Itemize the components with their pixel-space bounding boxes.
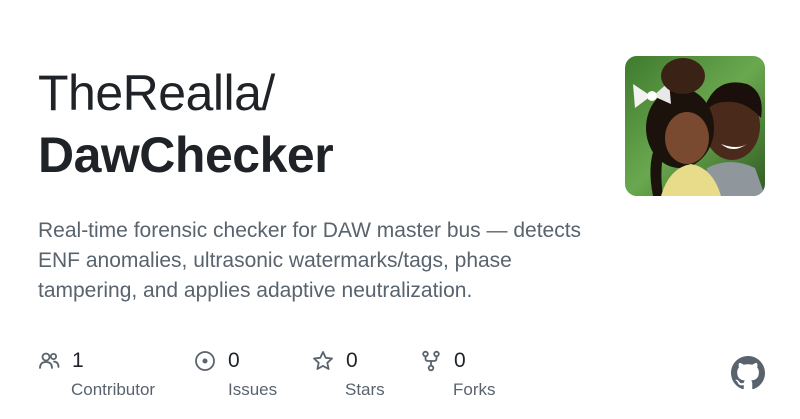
- repo-stats: 1 Contributor 0 Issues 0 Stars 0 Forks: [38, 346, 598, 406]
- stat-forks[interactable]: 0 Forks: [420, 346, 496, 399]
- stat-count: 0: [228, 349, 240, 372]
- repo-owner[interactable]: TheRealla/: [38, 62, 333, 124]
- github-logo-icon[interactable]: [731, 356, 765, 390]
- star-icon: [312, 350, 334, 372]
- stat-label: Forks: [453, 380, 496, 399]
- people-icon: [38, 350, 60, 372]
- repo-description: Real-time forensic checker for DAW maste…: [38, 219, 582, 302]
- issue-icon: [194, 350, 216, 372]
- stat-count: 0: [346, 349, 358, 372]
- stat-issues[interactable]: 0 Issues: [194, 346, 277, 399]
- stat-label: Stars: [345, 380, 385, 399]
- repo-name[interactable]: DawChecker: [38, 124, 334, 186]
- stat-count: 0: [454, 349, 466, 372]
- stat-contributors[interactable]: 1 Contributor: [38, 346, 155, 399]
- fork-icon: [420, 350, 442, 372]
- stat-count: 1: [72, 349, 84, 372]
- stat-stars[interactable]: 0 Stars: [312, 346, 385, 399]
- repo-title: TheRealla/ DawChecker: [38, 62, 334, 186]
- owner-avatar: [625, 56, 765, 196]
- stat-label: Contributor: [71, 380, 156, 399]
- stat-label: Issues: [228, 380, 278, 399]
